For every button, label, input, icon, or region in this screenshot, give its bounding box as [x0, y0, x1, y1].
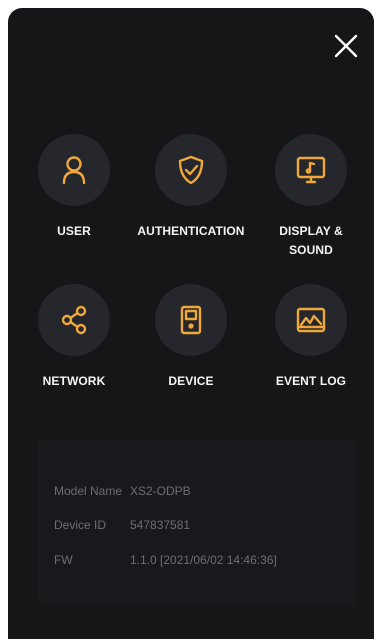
menu-item-display-sound-label: DISPLAY & SOUND [279, 224, 343, 257]
menu-item-event-log-label: EVENT LOG [275, 374, 347, 388]
event-log-icon [296, 307, 326, 333]
close-button[interactable] [332, 32, 360, 60]
menu-item-network[interactable]: NETWORK [14, 284, 134, 391]
menu-item-event-log[interactable]: EVENT LOG [251, 284, 371, 391]
close-icon [334, 34, 358, 58]
menu-item-device[interactable]: DEVICE [131, 284, 251, 391]
menu-item-authentication-circle [155, 134, 227, 206]
info-row-device-id: Device ID 547837581 [54, 518, 190, 532]
fw-label: FW [54, 553, 73, 567]
model-name-value: XS2-ODPB [130, 484, 191, 498]
menu-item-user[interactable]: USER [14, 134, 134, 241]
menu-item-network-circle [38, 284, 110, 356]
menu-item-event-log-circle [275, 284, 347, 356]
settings-screen: USER AUTHENTICATION DISPLAY & SOUND NETW… [8, 8, 374, 639]
menu-item-authentication-label: AUTHENTICATION [137, 224, 245, 238]
model-name-label: Model Name [54, 484, 123, 498]
info-row-fw: FW 1.1.0 [2021/06/02 14:46:36] [54, 553, 277, 567]
menu-item-display-sound-circle [275, 134, 347, 206]
menu-item-display-sound[interactable]: DISPLAY & SOUND [251, 134, 371, 260]
info-row-model-name: Model Name XS2-ODPB [54, 484, 191, 498]
menu-item-device-circle [155, 284, 227, 356]
share-icon [61, 305, 87, 335]
menu-item-network-label: NETWORK [42, 374, 106, 388]
device-icon [180, 305, 202, 335]
menu-item-user-label: USER [57, 224, 91, 238]
menu-item-device-label: DEVICE [168, 374, 214, 388]
fw-value: 1.1.0 [2021/06/02 14:46:36] [130, 553, 277, 567]
device-id-value: 547837581 [130, 518, 191, 532]
shield-check-icon [178, 155, 204, 185]
user-icon [62, 156, 86, 185]
display-sound-icon [296, 156, 326, 184]
menu-item-user-circle [38, 134, 110, 206]
menu-item-authentication[interactable]: AUTHENTICATION [131, 134, 251, 241]
device-id-label: Device ID [54, 518, 107, 532]
device-info-panel: Model Name XS2-ODPB Device ID 547837581 FW… [38, 440, 356, 604]
